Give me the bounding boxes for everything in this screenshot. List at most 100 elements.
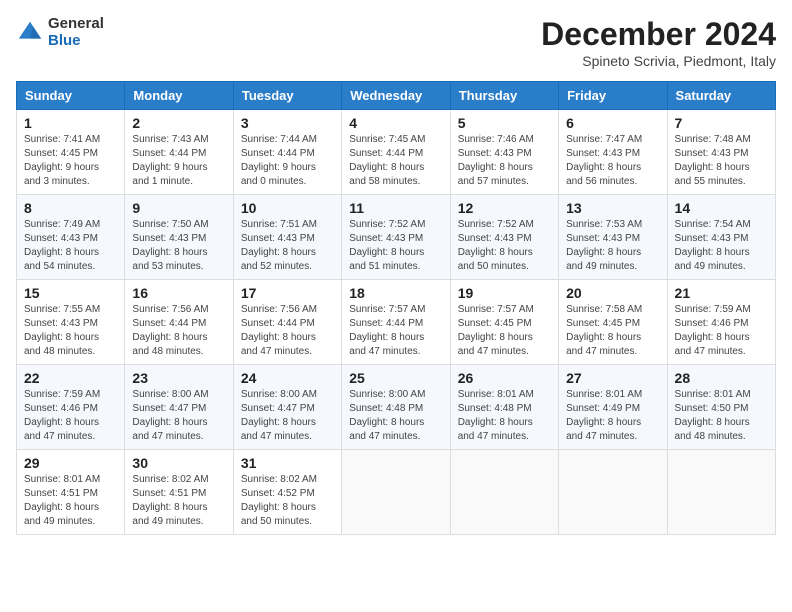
day-number: 20 — [566, 285, 659, 301]
month-title: December 2024 — [541, 16, 776, 53]
table-cell: 19 Sunrise: 7:57 AM Sunset: 4:45 PM Dayl… — [450, 280, 558, 365]
table-cell: 22 Sunrise: 7:59 AM Sunset: 4:46 PM Dayl… — [17, 365, 125, 450]
day-info: Sunrise: 8:01 AM Sunset: 4:49 PM Dayligh… — [566, 388, 659, 444]
table-cell: 29 Sunrise: 8:01 AM Sunset: 4:51 PM Dayl… — [17, 450, 125, 535]
day-info: Sunrise: 7:55 AM Sunset: 4:43 PM Dayligh… — [24, 303, 117, 359]
day-number: 2 — [132, 115, 225, 131]
subtitle: Spineto Scrivia, Piedmont, Italy — [541, 53, 776, 69]
col-tuesday: Tuesday — [233, 82, 341, 110]
table-cell: 4 Sunrise: 7:45 AM Sunset: 4:44 PM Dayli… — [342, 110, 450, 195]
logo-general: General — [48, 16, 104, 33]
day-info: Sunrise: 8:01 AM Sunset: 4:50 PM Dayligh… — [675, 388, 768, 444]
day-number: 8 — [24, 200, 117, 216]
table-cell — [342, 450, 450, 535]
day-number: 18 — [349, 285, 442, 301]
day-number: 31 — [241, 455, 334, 471]
day-number: 11 — [349, 200, 442, 216]
day-info: Sunrise: 7:52 AM Sunset: 4:43 PM Dayligh… — [349, 218, 442, 274]
day-number: 13 — [566, 200, 659, 216]
day-info: Sunrise: 7:51 AM Sunset: 4:43 PM Dayligh… — [241, 218, 334, 274]
table-cell: 15 Sunrise: 7:55 AM Sunset: 4:43 PM Dayl… — [17, 280, 125, 365]
day-number: 28 — [675, 370, 768, 386]
day-number: 6 — [566, 115, 659, 131]
day-number: 29 — [24, 455, 117, 471]
day-info: Sunrise: 8:02 AM Sunset: 4:52 PM Dayligh… — [241, 473, 334, 529]
day-info: Sunrise: 7:50 AM Sunset: 4:43 PM Dayligh… — [132, 218, 225, 274]
day-info: Sunrise: 8:01 AM Sunset: 4:51 PM Dayligh… — [24, 473, 117, 529]
table-cell: 7 Sunrise: 7:48 AM Sunset: 4:43 PM Dayli… — [667, 110, 775, 195]
title-block: December 2024 Spineto Scrivia, Piedmont,… — [541, 16, 776, 69]
day-info: Sunrise: 7:59 AM Sunset: 4:46 PM Dayligh… — [675, 303, 768, 359]
logo-text: General Blue — [48, 16, 104, 49]
day-number: 22 — [24, 370, 117, 386]
day-number: 10 — [241, 200, 334, 216]
col-friday: Friday — [559, 82, 667, 110]
table-cell — [559, 450, 667, 535]
day-info: Sunrise: 7:41 AM Sunset: 4:45 PM Dayligh… — [24, 133, 117, 189]
day-info: Sunrise: 7:58 AM Sunset: 4:45 PM Dayligh… — [566, 303, 659, 359]
table-cell: 11 Sunrise: 7:52 AM Sunset: 4:43 PM Dayl… — [342, 195, 450, 280]
calendar-week-1: 1 Sunrise: 7:41 AM Sunset: 4:45 PM Dayli… — [17, 110, 776, 195]
table-cell: 2 Sunrise: 7:43 AM Sunset: 4:44 PM Dayli… — [125, 110, 233, 195]
table-cell: 17 Sunrise: 7:56 AM Sunset: 4:44 PM Dayl… — [233, 280, 341, 365]
day-info: Sunrise: 7:57 AM Sunset: 4:45 PM Dayligh… — [458, 303, 551, 359]
col-sunday: Sunday — [17, 82, 125, 110]
day-info: Sunrise: 7:44 AM Sunset: 4:44 PM Dayligh… — [241, 133, 334, 189]
day-number: 21 — [675, 285, 768, 301]
table-cell: 16 Sunrise: 7:56 AM Sunset: 4:44 PM Dayl… — [125, 280, 233, 365]
table-cell: 27 Sunrise: 8:01 AM Sunset: 4:49 PM Dayl… — [559, 365, 667, 450]
calendar-week-5: 29 Sunrise: 8:01 AM Sunset: 4:51 PM Dayl… — [17, 450, 776, 535]
day-number: 27 — [566, 370, 659, 386]
day-number: 26 — [458, 370, 551, 386]
day-number: 23 — [132, 370, 225, 386]
day-number: 24 — [241, 370, 334, 386]
col-wednesday: Wednesday — [342, 82, 450, 110]
table-cell: 20 Sunrise: 7:58 AM Sunset: 4:45 PM Dayl… — [559, 280, 667, 365]
logo-icon — [16, 19, 44, 47]
day-number: 5 — [458, 115, 551, 131]
col-monday: Monday — [125, 82, 233, 110]
table-cell: 5 Sunrise: 7:46 AM Sunset: 4:43 PM Dayli… — [450, 110, 558, 195]
table-cell: 21 Sunrise: 7:59 AM Sunset: 4:46 PM Dayl… — [667, 280, 775, 365]
table-cell — [450, 450, 558, 535]
calendar-week-4: 22 Sunrise: 7:59 AM Sunset: 4:46 PM Dayl… — [17, 365, 776, 450]
day-info: Sunrise: 7:45 AM Sunset: 4:44 PM Dayligh… — [349, 133, 442, 189]
table-cell: 9 Sunrise: 7:50 AM Sunset: 4:43 PM Dayli… — [125, 195, 233, 280]
table-cell: 13 Sunrise: 7:53 AM Sunset: 4:43 PM Dayl… — [559, 195, 667, 280]
table-cell: 12 Sunrise: 7:52 AM Sunset: 4:43 PM Dayl… — [450, 195, 558, 280]
day-info: Sunrise: 8:00 AM Sunset: 4:48 PM Dayligh… — [349, 388, 442, 444]
day-info: Sunrise: 8:02 AM Sunset: 4:51 PM Dayligh… — [132, 473, 225, 529]
day-info: Sunrise: 7:49 AM Sunset: 4:43 PM Dayligh… — [24, 218, 117, 274]
table-cell: 6 Sunrise: 7:47 AM Sunset: 4:43 PM Dayli… — [559, 110, 667, 195]
day-info: Sunrise: 7:46 AM Sunset: 4:43 PM Dayligh… — [458, 133, 551, 189]
calendar-week-3: 15 Sunrise: 7:55 AM Sunset: 4:43 PM Dayl… — [17, 280, 776, 365]
table-cell: 28 Sunrise: 8:01 AM Sunset: 4:50 PM Dayl… — [667, 365, 775, 450]
table-cell: 8 Sunrise: 7:49 AM Sunset: 4:43 PM Dayli… — [17, 195, 125, 280]
day-number: 16 — [132, 285, 225, 301]
day-number: 4 — [349, 115, 442, 131]
day-number: 30 — [132, 455, 225, 471]
day-number: 7 — [675, 115, 768, 131]
calendar-table: Sunday Monday Tuesday Wednesday Thursday… — [16, 81, 776, 535]
day-number: 19 — [458, 285, 551, 301]
day-number: 15 — [24, 285, 117, 301]
day-info: Sunrise: 7:59 AM Sunset: 4:46 PM Dayligh… — [24, 388, 117, 444]
day-info: Sunrise: 7:53 AM Sunset: 4:43 PM Dayligh… — [566, 218, 659, 274]
table-cell: 18 Sunrise: 7:57 AM Sunset: 4:44 PM Dayl… — [342, 280, 450, 365]
day-number: 14 — [675, 200, 768, 216]
logo-blue: Blue — [48, 33, 104, 50]
day-info: Sunrise: 8:00 AM Sunset: 4:47 PM Dayligh… — [132, 388, 225, 444]
day-info: Sunrise: 7:48 AM Sunset: 4:43 PM Dayligh… — [675, 133, 768, 189]
page-header: General Blue December 2024 Spineto Scriv… — [16, 16, 776, 69]
table-cell: 26 Sunrise: 8:01 AM Sunset: 4:48 PM Dayl… — [450, 365, 558, 450]
day-info: Sunrise: 8:00 AM Sunset: 4:47 PM Dayligh… — [241, 388, 334, 444]
day-number: 3 — [241, 115, 334, 131]
day-info: Sunrise: 7:54 AM Sunset: 4:43 PM Dayligh… — [675, 218, 768, 274]
table-cell: 31 Sunrise: 8:02 AM Sunset: 4:52 PM Dayl… — [233, 450, 341, 535]
table-cell: 23 Sunrise: 8:00 AM Sunset: 4:47 PM Dayl… — [125, 365, 233, 450]
day-info: Sunrise: 7:43 AM Sunset: 4:44 PM Dayligh… — [132, 133, 225, 189]
table-cell — [667, 450, 775, 535]
table-cell: 1 Sunrise: 7:41 AM Sunset: 4:45 PM Dayli… — [17, 110, 125, 195]
col-saturday: Saturday — [667, 82, 775, 110]
col-thursday: Thursday — [450, 82, 558, 110]
